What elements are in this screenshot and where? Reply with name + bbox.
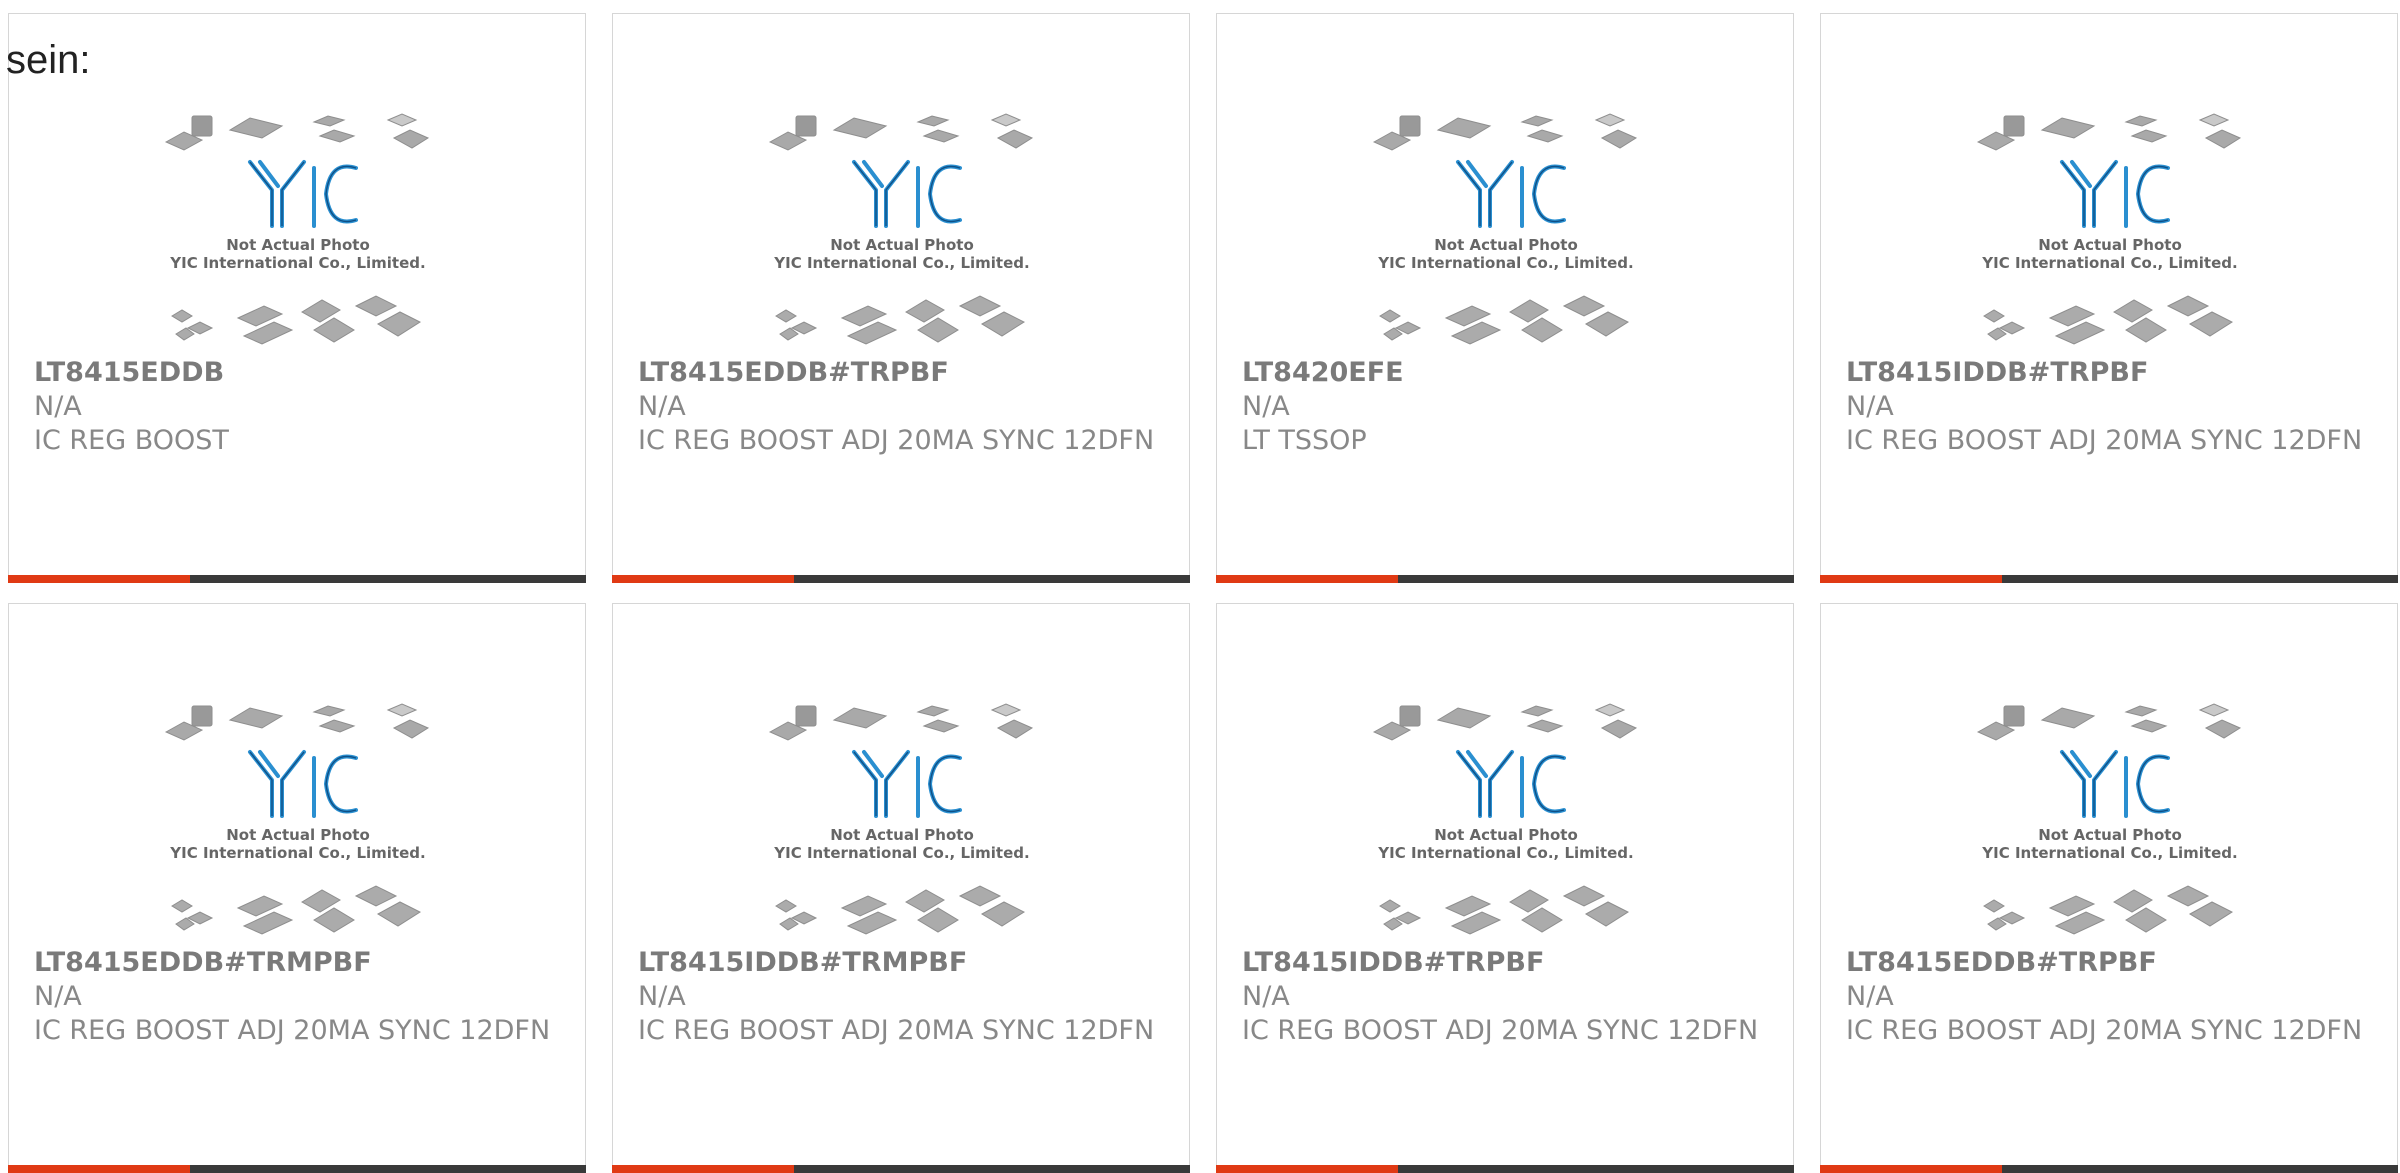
product-thumbnail[interactable]: Not Actual Photo YIC International Co., … [1976,692,2244,952]
card-accent-bar [1820,1165,2398,1173]
product-manufacturer: N/A [34,981,82,1012]
product-grid: Not Actual Photo YIC International Co., … [8,13,2398,1173]
thumb-caption-line2: YIC International Co., Limited. [169,254,425,272]
thumb-caption-line1: Not Actual Photo [226,236,370,254]
section-heading: sein: [6,38,91,82]
product-description: IC REG BOOST ADJ 20MA SYNC 12DFN [1846,425,2363,456]
card-accent-bar [612,575,1190,583]
product-thumbnail[interactable]: Not Actual Photo YIC International Co., … [1372,102,1640,362]
product-card[interactable]: Not Actual Photo YIC International Co., … [8,603,586,1173]
product-thumbnail[interactable]: Not Actual Photo YIC International Co., … [164,692,432,952]
product-thumbnail[interactable]: Not Actual Photo YIC International Co., … [1372,692,1640,952]
thumb-caption-line1: Not Actual Photo [830,826,974,844]
product-manufacturer: N/A [1846,391,1894,422]
product-info: LT8415EDDB N/A IC REG BOOST [34,356,565,458]
thumb-caption-line2: YIC International Co., Limited. [1377,254,1633,272]
card-accent-bar [1216,1165,1794,1173]
product-manufacturer: N/A [638,391,686,422]
card-accent-bar [1216,575,1794,583]
card-accent-bar [1820,575,2398,583]
thumb-caption-line2: YIC International Co., Limited. [1377,844,1633,862]
thumb-caption-line1: Not Actual Photo [226,826,370,844]
product-part-number[interactable]: LT8415IDDB#TRPBF [1846,356,2377,390]
product-description: IC REG BOOST ADJ 20MA SYNC 12DFN [638,425,1155,456]
product-thumbnail[interactable]: Not Actual Photo YIC International Co., … [768,692,1036,952]
thumb-caption-line1: Not Actual Photo [2038,826,2182,844]
product-part-number[interactable]: LT8415EDDB [34,356,565,390]
product-manufacturer: N/A [1242,391,1290,422]
product-info: LT8415IDDB#TRMPBF N/A IC REG BOOST ADJ 20M… [638,946,1169,1048]
product-description: IC REG BOOST ADJ 20MA SYNC 12DFN [638,1015,1155,1046]
product-card[interactable]: Not Actual Photo YIC International Co., … [612,13,1190,583]
product-thumbnail[interactable]: Not Actual Photo YIC International Co., … [768,102,1036,362]
product-card[interactable]: Not Actual Photo YIC International Co., … [1216,13,1794,583]
product-card[interactable]: Not Actual Photo YIC International Co., … [1820,13,2398,583]
product-part-number[interactable]: LT8415IDDB#TRPBF [1242,946,1773,980]
product-manufacturer: N/A [638,981,686,1012]
product-info: LT8415EDDB#TRPBF N/A IC REG BOOST ADJ 20MA… [638,356,1169,458]
product-card[interactable]: Not Actual Photo YIC International Co., … [1216,603,1794,1173]
thumb-caption-line1: Not Actual Photo [830,236,974,254]
card-accent-bar [8,575,586,583]
thumb-caption-line1: Not Actual Photo [1434,236,1578,254]
product-part-number[interactable]: LT8415EDDB#TRPBF [1846,946,2377,980]
product-manufacturer: N/A [1242,981,1290,1012]
product-info: LT8420EFE N/A LT TSSOP [1242,356,1773,458]
thumb-caption-line1: Not Actual Photo [2038,236,2182,254]
product-description: LT TSSOP [1242,425,1367,456]
thumb-caption-line2: YIC International Co., Limited. [1981,844,2237,862]
product-manufacturer: N/A [34,391,82,422]
product-info: LT8415EDDB#TRMPBF N/A IC REG BOOST ADJ 20M… [34,946,565,1048]
card-accent-bar [612,1165,1190,1173]
product-info: LT8415IDDB#TRPBF N/A IC REG BOOST ADJ 20MA… [1242,946,1773,1048]
product-manufacturer: N/A [1846,981,1894,1012]
product-description: IC REG BOOST ADJ 20MA SYNC 12DFN [34,1015,551,1046]
product-part-number[interactable]: LT8420EFE [1242,356,1773,390]
product-card[interactable]: Not Actual Photo YIC International Co., … [1820,603,2398,1173]
product-card[interactable]: Not Actual Photo YIC International Co., … [8,13,586,583]
thumb-caption-line2: YIC International Co., Limited. [1981,254,2237,272]
product-thumbnail[interactable]: Not Actual Photo YIC International Co., … [164,102,432,362]
product-part-number[interactable]: LT8415IDDB#TRMPBF [638,946,1169,980]
thumb-caption-line2: YIC International Co., Limited. [169,844,425,862]
product-info: LT8415EDDB#TRPBF N/A IC REG BOOST ADJ 20MA… [1846,946,2377,1048]
thumb-caption-line2: YIC International Co., Limited. [773,254,1029,272]
product-description: IC REG BOOST ADJ 20MA SYNC 12DFN [1242,1015,1759,1046]
product-card[interactable]: Not Actual Photo YIC International Co., … [612,603,1190,1173]
product-thumbnail[interactable]: Not Actual Photo YIC International Co., … [1976,102,2244,362]
card-accent-bar [8,1165,586,1173]
product-part-number[interactable]: LT8415EDDB#TRPBF [638,356,1169,390]
product-part-number[interactable]: LT8415EDDB#TRMPBF [34,946,565,980]
product-description: IC REG BOOST [34,425,229,456]
product-description: IC REG BOOST ADJ 20MA SYNC 12DFN [1846,1015,2363,1046]
thumb-caption-line2: YIC International Co., Limited. [773,844,1029,862]
product-info: LT8415IDDB#TRPBF N/A IC REG BOOST ADJ 20MA… [1846,356,2377,458]
thumb-caption-line1: Not Actual Photo [1434,826,1578,844]
